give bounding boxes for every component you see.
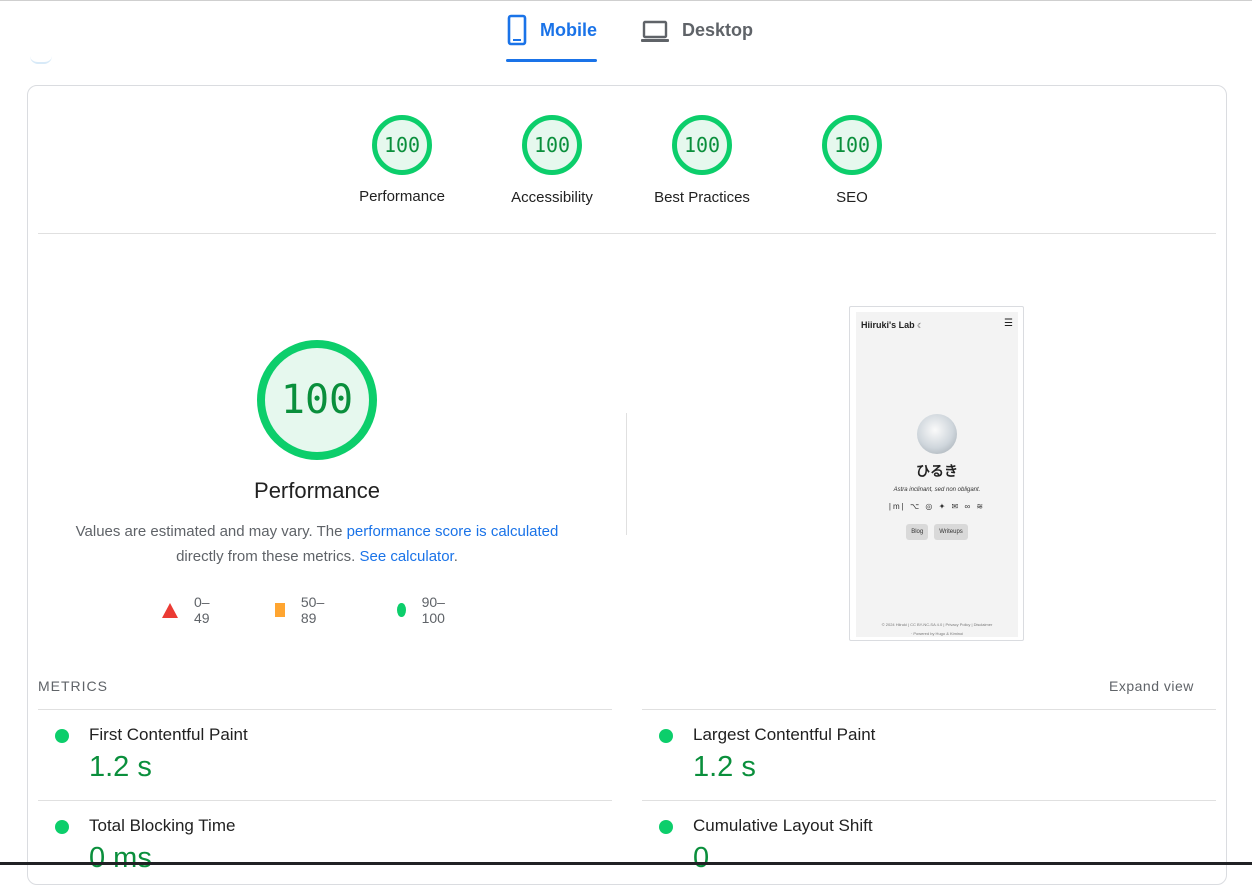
screenshot-name: ひるき	[916, 463, 958, 479]
legend-item-fail: 0–49	[162, 594, 210, 626]
desc-text: directly from these metrics.	[176, 548, 360, 565]
gauge-best-practices[interactable]: 100 Best Practices	[627, 115, 777, 206]
expand-view-toggle[interactable]: Expand view	[1109, 678, 1194, 694]
social-icons: |m| ⌥ ◎ ✦ ✉ ∞ ≋	[888, 502, 986, 511]
legend-range: 50–89	[300, 594, 325, 626]
legend-item-pass: 90–100	[397, 594, 450, 626]
vertical-divider	[626, 413, 627, 535]
metric-divider	[38, 709, 612, 710]
pass-circle-icon	[659, 820, 673, 834]
gauge-label: Best Practices	[654, 189, 750, 206]
metric-name: Cumulative Layout Shift	[693, 816, 873, 835]
gauge-score: 100	[672, 115, 732, 175]
hamburger-menu-icon: ☰	[1004, 318, 1013, 329]
screenshot-motto: Astra inclinant, sed non obligant.	[893, 487, 981, 493]
pass-circle-icon	[55, 729, 69, 743]
metric-divider	[642, 800, 1216, 801]
metric-value: 0	[693, 842, 710, 874]
screenshot-writeups-button: Writeups	[934, 524, 968, 540]
legend-item-average: 50–89	[275, 594, 328, 626]
metric-value: 0 ms	[89, 842, 152, 874]
tab-desktop[interactable]: Desktop	[640, 14, 760, 62]
metrics-heading: METRICS	[38, 678, 108, 694]
metric-value: 1.2 s	[693, 751, 756, 783]
green-circle-icon	[397, 603, 406, 617]
gauge-score: 100	[822, 115, 882, 175]
metric-value: 1.2 s	[89, 751, 152, 783]
laptop-icon	[640, 14, 670, 51]
metric-name: Total Blocking Time	[89, 816, 236, 835]
performance-score-gauge: 100	[257, 340, 377, 460]
tab-desktop-label: Desktop	[682, 20, 754, 40]
metric-name: First Contentful Paint	[89, 725, 248, 744]
device-tabs: Mobile Desktop	[0, 0, 1252, 62]
moon-icon: ☾	[917, 323, 924, 330]
screenshot-footer: © 2024 Hiiruki | CC BY-NC-SA 4.0 | Priva…	[881, 622, 993, 627]
desc-text: Values are estimated and may vary. The	[75, 523, 347, 540]
red-triangle-icon	[162, 602, 178, 618]
performance-title: Performance	[254, 478, 380, 503]
avatar	[917, 414, 957, 454]
screenshot-site-title: Hiiruki's Lab ☾	[861, 320, 924, 330]
metric-divider	[642, 709, 1216, 710]
legend-range: 0–49	[194, 594, 210, 626]
tab-mobile[interactable]: Mobile	[506, 14, 598, 62]
screenshot-blog-button: Blog	[906, 524, 929, 540]
gauge-seo[interactable]: 100 SEO	[777, 115, 927, 206]
screenshot-buttons: Blog Writeups	[856, 524, 1018, 540]
final-screenshot-thumbnail[interactable]: Hiiruki's Lab ☾ ☰ ひるき Astra inclinant, s…	[849, 306, 1024, 641]
gauge-score: 100	[522, 115, 582, 175]
gauge-label: Performance	[359, 188, 445, 205]
score-calculated-link[interactable]: performance score is calculated	[347, 523, 559, 540]
gauge-accessibility[interactable]: 100 Accessibility	[477, 115, 627, 206]
pass-circle-icon	[659, 729, 673, 743]
partial-gauge-decoration	[30, 56, 52, 64]
category-gauges: 100 Performance 100 Accessibility 100 Be…	[0, 115, 1252, 225]
mobile-phone-icon	[506, 14, 528, 51]
gauge-score: 100	[372, 115, 432, 175]
see-calculator-link[interactable]: See calculator	[359, 548, 453, 565]
legend-range: 90–100	[421, 594, 445, 626]
screenshot-footer-powered: · Powered by Hugo & Kiminoi	[910, 631, 964, 636]
divider	[38, 233, 1216, 234]
gauge-label: SEO	[836, 189, 868, 206]
metric-name: Largest Contentful Paint	[693, 725, 876, 744]
desc-text: .	[453, 548, 458, 565]
active-tab-indicator	[506, 59, 597, 62]
tab-mobile-label: Mobile	[540, 20, 597, 40]
pass-circle-icon	[55, 820, 69, 834]
gauge-label: Accessibility	[511, 189, 593, 206]
metric-divider	[38, 800, 612, 801]
orange-square-icon	[275, 603, 285, 617]
performance-description: Values are estimated and may vary. The p…	[60, 519, 574, 569]
gauge-performance[interactable]: 100 Performance	[327, 115, 477, 205]
screenshot-page: Hiiruki's Lab ☾ ☰ ひるき Astra inclinant, s…	[856, 312, 1018, 637]
